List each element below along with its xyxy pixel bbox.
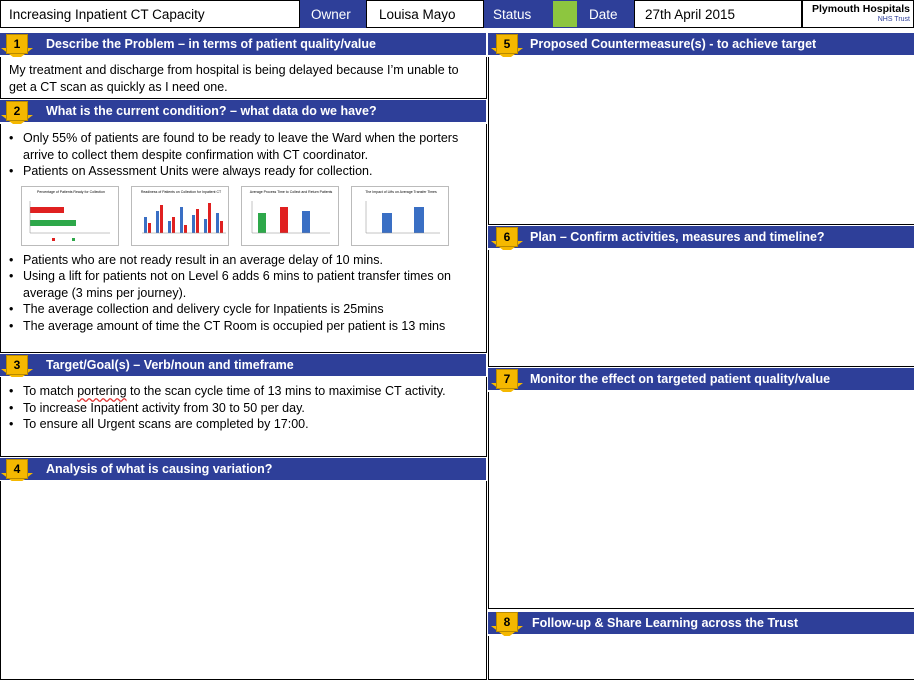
list-item: The average collection and delivery cycl… [1, 301, 486, 318]
list-item: The average amount of time the CT Room i… [1, 318, 486, 335]
section-4-header: Analysis of what is causing variation? [0, 458, 486, 480]
section-6-box [488, 250, 914, 367]
section-7-box [488, 392, 914, 609]
section-8-box [488, 636, 914, 680]
list-item: Only 55% of patients are found to be rea… [1, 130, 486, 163]
section-2-title: What is the current condition? – what da… [46, 104, 377, 118]
section-8-header: Follow-up & Share Learning across the Tr… [488, 612, 914, 634]
section-3-header: Target/Goal(s) – Verb/noun and timeframe [0, 354, 486, 376]
section-2-number: 2 [6, 101, 28, 121]
owner-value: Louisa Mayo [366, 0, 484, 28]
nhs-logo: Plymouth Hospitals NHS Trust [802, 0, 914, 28]
problem-statement: My treatment and discharge from hospital… [9, 63, 459, 94]
section-4-number: 4 [6, 459, 28, 479]
date-label: Date [578, 0, 634, 28]
section-5-box [488, 57, 914, 225]
section-2-header: What is the current condition? – what da… [0, 100, 486, 122]
date-value: 27th April 2015 [634, 0, 802, 28]
section-5-title: Proposed Countermeasure(s) - to achieve … [530, 37, 817, 51]
owner-label: Owner [300, 0, 366, 28]
logo-sub-text: NHS Trust [877, 16, 910, 23]
section-1-title: Describe the Problem – in terms of patie… [46, 37, 376, 51]
status-label-text: Status [493, 6, 532, 22]
section-1-header: Describe the Problem – in terms of patie… [0, 33, 486, 55]
section-6-header: Plan – Confirm activities, measures and … [488, 226, 914, 248]
date-text: 27th April 2015 [645, 6, 736, 22]
spellcheck-word: portering [77, 384, 127, 398]
chart-1-title: Percentage of Patients Ready for Collect… [37, 190, 105, 194]
chart-thumbnails: Percentage of Patients Ready for Collect… [1, 180, 486, 252]
section-4-box [0, 481, 487, 680]
owner-text: Louisa Mayo [379, 6, 456, 22]
section-7-number: 7 [496, 369, 518, 389]
section-3-number: 3 [6, 355, 28, 375]
chart-2-title: Readiness of Patients on Collection for … [141, 190, 222, 194]
section-4-title: Analysis of what is causing variation? [46, 462, 273, 476]
chart-4-title: The Impact of Lifts on Average Transfer … [365, 190, 437, 194]
section-3-title: Target/Goal(s) – Verb/noun and timeframe [46, 358, 294, 372]
section-2-box: Only 55% of patients are found to be rea… [0, 124, 487, 353]
chart-thumbnail-lift-impact: The Impact of Lifts on Average Transfer … [351, 185, 449, 246]
status-label: Status [484, 0, 552, 28]
section-5-header: Proposed Countermeasure(s) - to achieve … [488, 33, 914, 55]
list-item: Using a lift for patients not on Level 6… [1, 268, 486, 301]
chart-3-title: Average Process Time to Collect and Retu… [250, 190, 333, 194]
target-list: To match portering to the scan cycle tim… [1, 377, 486, 433]
chart-thumbnail-readiness-pct: Percentage of Patients Ready for Collect… [21, 185, 119, 246]
section-7-title: Monitor the effect on targeted patient q… [530, 372, 831, 386]
status-indicator [552, 0, 578, 28]
list-item: To ensure all Urgent scans are completed… [1, 416, 486, 433]
a3-title: Increasing Inpatient CT Capacity [0, 0, 300, 28]
section-1-box: My treatment and discharge from hospital… [0, 57, 487, 99]
current-condition-list-a: Only 55% of patients are found to be rea… [1, 124, 486, 180]
section-6-number: 6 [496, 227, 518, 247]
section-5-number: 5 [496, 34, 518, 54]
owner-label-text: Owner [311, 6, 351, 22]
section-8-number: 8 [496, 612, 518, 632]
section-8-title: Follow-up & Share Learning across the Tr… [532, 616, 799, 630]
list-item: Patients who are not ready result in an … [1, 252, 486, 269]
section-7-header: Monitor the effect on targeted patient q… [488, 368, 914, 390]
section-6-title: Plan – Confirm activities, measures and … [530, 230, 825, 244]
current-condition-list-b: Patients who are not ready result in an … [1, 252, 486, 335]
section-1-number: 1 [6, 34, 28, 54]
list-item: Patients on Assessment Units were always… [1, 163, 486, 180]
chart-thumbnail-process-time: Average Process Time to Collect and Retu… [241, 185, 339, 246]
date-label-text: Date [589, 6, 618, 22]
title-text: Increasing Inpatient CT Capacity [9, 6, 205, 22]
list-item: To increase Inpatient activity from 30 t… [1, 400, 486, 417]
chart-thumbnail-readiness-by-ward: Readiness of Patients on Collection for … [131, 185, 229, 246]
list-item: To match portering to the scan cycle tim… [1, 383, 486, 400]
section-3-box: To match portering to the scan cycle tim… [0, 377, 487, 457]
logo-main-text: Plymouth Hospitals [811, 3, 910, 15]
